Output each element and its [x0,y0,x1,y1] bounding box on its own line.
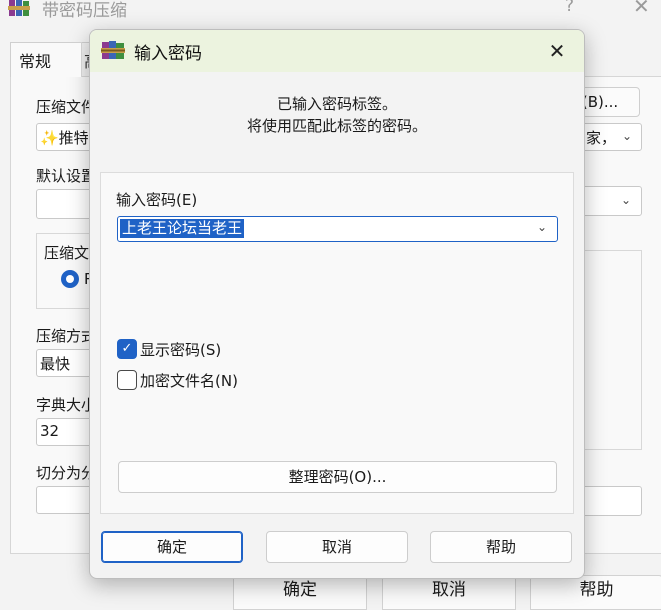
archive-name-label: 压缩文件 [36,98,97,116]
archive-format-label: 压缩文 [44,244,90,262]
chevron-down-icon: ⌄ [621,193,632,207]
archive-options-group [583,250,642,450]
background-ok-button[interactable]: 确定 [233,575,367,610]
chevron-down-icon[interactable]: ⌄ [537,220,547,234]
update-mode-select[interactable]: ⌄ [580,186,642,216]
browse-button-label: (B)... [581,93,619,111]
background-cancel-button[interactable]: 取消 [382,575,516,610]
winrar-books-icon [101,41,125,59]
organize-passwords-label: 整理密码(O)... [288,468,387,486]
profile-value-fragment: 家， [586,129,617,147]
organize-passwords-button[interactable]: 整理密码(O)... [118,461,557,493]
tab-general-label: 常规 [19,52,52,71]
help-icon[interactable]: ? [565,0,574,16]
rar-format-radio[interactable] [61,270,79,288]
background-close-icon[interactable]: ✕ [633,0,650,18]
password-label: 输入密码(E) [116,191,198,209]
encrypt-filenames-checkbox[interactable] [117,370,137,390]
tab-general[interactable]: 常规 [10,42,82,77]
checkmark-icon: ✓ [121,341,133,356]
radio-dot [66,275,74,283]
help-button[interactable]: 帮助 [430,531,572,563]
compression-method-value: 最快 [40,355,71,373]
info-line-2: 将使用匹配此标签的密码。 [246,117,427,135]
compression-method-label: 压缩方式 [36,327,97,345]
password-combobox[interactable]: 上老王论坛当老王 ⌄ [117,216,558,242]
archive-name-value: ✨推特 [40,129,89,147]
background-cancel-label: 取消 [432,580,466,600]
split-volumes-label: 切分为分 [36,464,97,482]
password-value[interactable]: 上老王论坛当老王 [120,219,245,238]
cancel-button[interactable]: 取消 [266,531,408,563]
ok-button[interactable]: 确定 [101,531,243,563]
ok-label: 确定 [156,538,187,556]
help-label: 帮助 [485,538,516,556]
chevron-down-icon[interactable]: ⌄ [622,129,632,143]
close-glyph: ✕ [548,39,566,63]
background-help-button[interactable]: 帮助 [530,575,661,610]
dictionary-size-label: 字典大小 [36,396,97,414]
enter-password-dialog: 输入密码 ✕ 已输入密码标签。 将使用匹配此标签的密码。 输入密码(E) 上老王… [89,29,585,579]
show-password-checkbox[interactable]: ✓ [117,339,137,359]
background-ok-label: 确定 [283,580,317,600]
dialog-titlebar: 输入密码 ✕ [90,30,584,72]
dictionary-size-value: 32 [40,422,60,440]
background-help-label: 帮助 [579,580,614,600]
cancel-label: 取消 [321,538,352,556]
info-line-1: 已输入密码标签。 [276,95,397,113]
background-window-title: 带密码压缩 [42,1,127,21]
encrypt-filenames-label[interactable]: 加密文件名(N) [140,370,238,391]
dialog-title: 输入密码 [134,44,202,64]
winrar-app-icon [8,0,30,16]
background-titlebar: 带密码压缩 ? ✕ [0,0,661,26]
options-input[interactable] [580,486,642,516]
default-profile-label: 默认设置 [36,167,97,185]
close-icon[interactable]: ✕ [537,36,577,66]
show-password-label[interactable]: 显示密码(S) [140,339,221,360]
